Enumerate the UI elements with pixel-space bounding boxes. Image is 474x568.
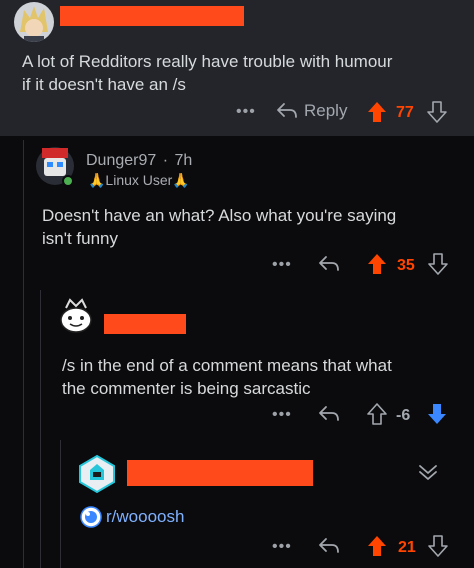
community-link-label: r/woooosh — [106, 507, 185, 526]
downvote-icon[interactable] — [427, 252, 449, 276]
avatar[interactable] — [76, 452, 118, 496]
comment-text-line: if it doesn't have an /s — [22, 75, 186, 94]
downvote-icon[interactable] — [427, 534, 449, 558]
vote-score: 77 — [396, 104, 414, 121]
comment-text-line: the commenter is being sarcastic — [62, 379, 311, 398]
avatar[interactable] — [14, 2, 54, 42]
upvote-icon[interactable] — [366, 534, 388, 558]
username-row: Dunger97 · 7h — [86, 152, 192, 170]
vote-score: 21 — [398, 539, 416, 556]
reply-icon[interactable] — [318, 404, 340, 424]
top-comment: A lot of Redditors really have trouble w… — [0, 0, 474, 136]
reply-icon — [276, 101, 298, 121]
upvote-icon[interactable] — [366, 402, 388, 426]
collapse-chevron-icon[interactable] — [416, 460, 440, 484]
more-options-button[interactable]: ••• — [272, 538, 292, 556]
avatar[interactable] — [56, 296, 96, 338]
more-options-button[interactable]: ••• — [236, 103, 256, 121]
comment-text-line: isn't funny — [42, 229, 119, 248]
reply-icon[interactable] — [318, 254, 340, 274]
comment-body: A lot of Redditors really have trouble w… — [22, 50, 392, 96]
reply-label: Reply — [304, 101, 348, 120]
comment-body: /s in the end of a comment means that wh… — [62, 354, 392, 400]
reply-button[interactable]: Reply — [276, 101, 347, 121]
more-options-button[interactable]: ••• — [272, 256, 292, 274]
downvote-icon[interactable] — [426, 402, 448, 426]
downvote-icon[interactable] — [426, 100, 448, 124]
thread-line[interactable] — [40, 290, 41, 568]
thread-line[interactable] — [60, 440, 61, 568]
redacted-username — [60, 6, 244, 26]
vote-score: -6 — [396, 407, 411, 424]
comment-age: 7h — [174, 152, 193, 169]
redacted-username — [127, 460, 313, 486]
upvote-icon[interactable] — [366, 100, 388, 124]
community-link[interactable]: r/woooosh — [80, 506, 184, 528]
redacted-username — [104, 314, 186, 334]
upvote-icon[interactable] — [366, 252, 388, 276]
comment-text-line: /s in the end of a comment means that wh… — [62, 356, 392, 375]
vote-score: 35 — [397, 257, 415, 274]
separator: · — [162, 152, 169, 169]
username[interactable]: Dunger97 — [86, 152, 156, 169]
comment-text-line: Doesn't have an what? Also what you're s… — [42, 206, 397, 225]
more-options-button[interactable]: ••• — [272, 406, 292, 424]
avatar[interactable] — [34, 140, 76, 190]
thread-line[interactable] — [23, 140, 24, 568]
user-flair: 🙏Linux User🙏 — [88, 172, 190, 188]
comment-body: Doesn't have an what? Also what you're s… — [42, 204, 396, 250]
comment-text-line: A lot of Redditors really have trouble w… — [22, 52, 393, 71]
community-icon — [80, 506, 102, 528]
reply-icon[interactable] — [318, 536, 340, 556]
